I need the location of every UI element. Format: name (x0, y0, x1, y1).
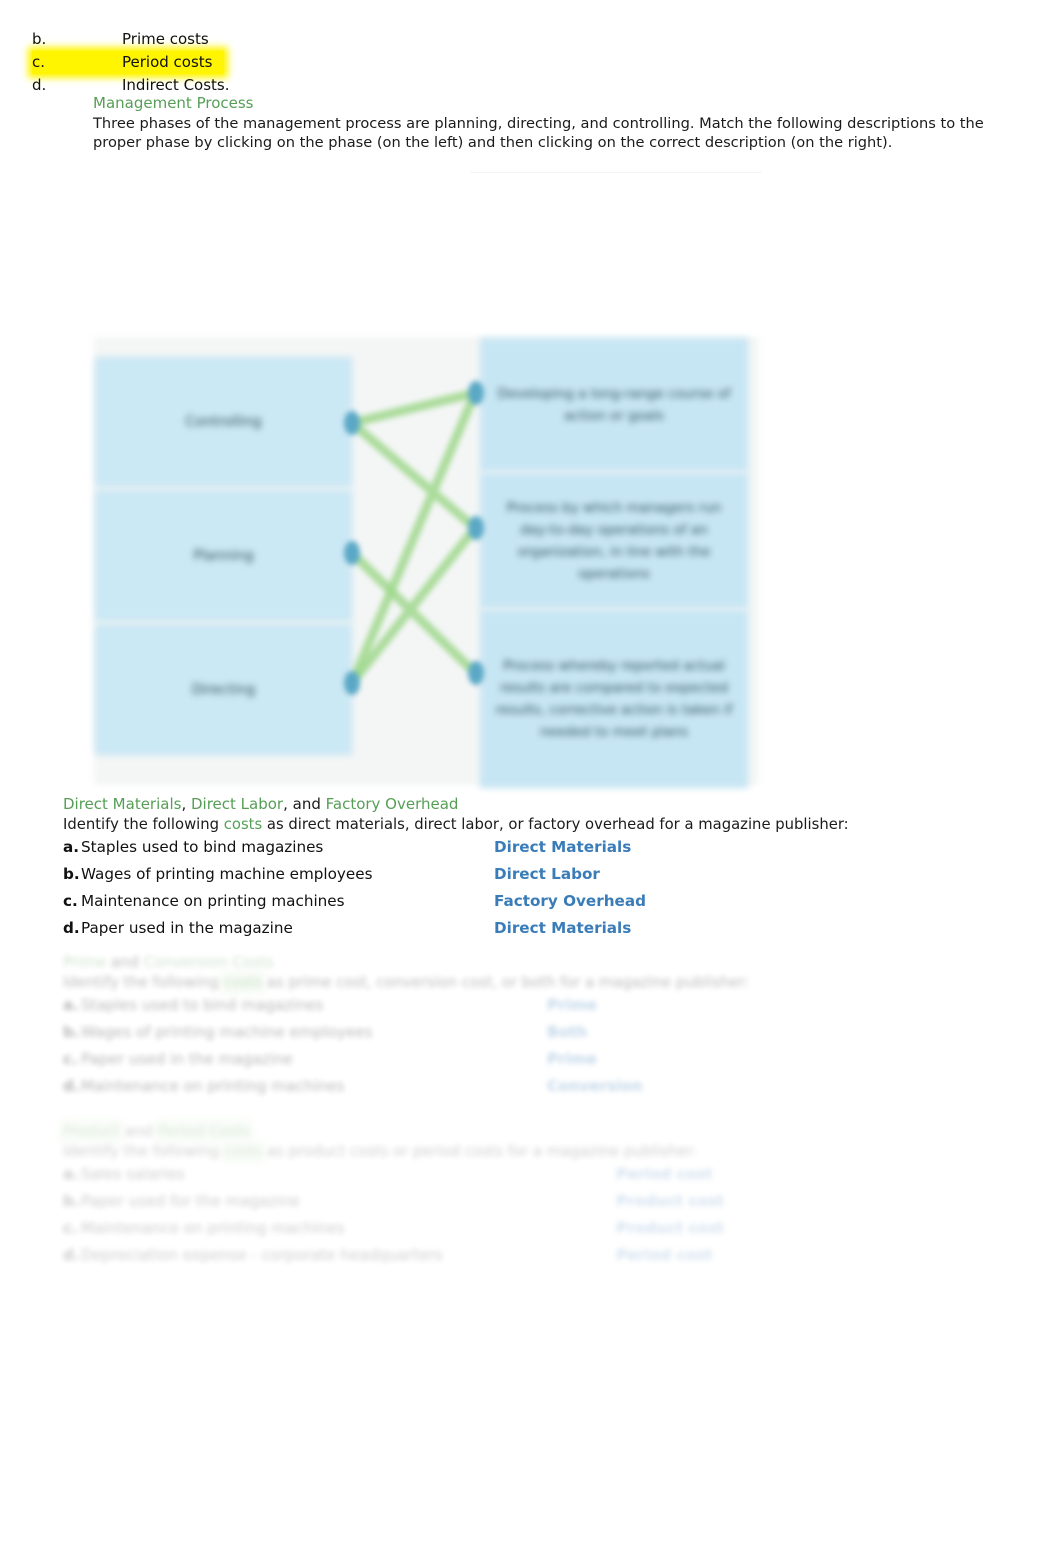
q-letter: d. (63, 1077, 80, 1095)
q-answer: Factory Overhead (494, 892, 646, 910)
heading-conversion-costs: Conversion Costs (143, 953, 274, 971)
mc-letter-c: c. (32, 53, 46, 71)
question-row: a. Sales salaries Period cost (63, 1161, 1013, 1188)
q-answer: Product cost (616, 1219, 725, 1237)
mc-label-b: Prime costs (122, 30, 209, 48)
q-answer: Prime (547, 1050, 597, 1068)
intro-before: Identify the following (63, 974, 224, 991)
q-text: Paper used in the magazine (81, 919, 293, 937)
management-process-block: Management Process Three phases of the m… (93, 94, 1003, 152)
heading-sep-4: and (119, 1122, 158, 1140)
q-text: Paper used in the magazine (81, 1050, 293, 1068)
q-text: Staples used to bind magazines (81, 838, 324, 856)
multiple-choice-list: b. Prime costs c. Period costs d. Indirect … (32, 28, 1012, 97)
heading-prime: Prime (63, 953, 106, 971)
connector-lines (344, 381, 484, 695)
q-letter: d. (63, 919, 80, 937)
q-text: Maintenance on printing machines (81, 1077, 345, 1095)
node-left-1[interactable] (344, 411, 360, 435)
q-answer: Prime (547, 996, 597, 1014)
question-row: c. Maintenance on printing machines Factor… (63, 888, 1013, 915)
heading-direct-materials: Direct Materials (63, 795, 182, 813)
q-answer: Period cost (616, 1246, 713, 1264)
intro-after: as direct materials, direct labor, or fa… (262, 816, 849, 833)
intro-costs-word: costs (223, 1143, 263, 1160)
q-text: Maintenance on printing machines (81, 1219, 345, 1237)
question-row: d. Maintenance on printing machines Conver… (63, 1073, 1013, 1100)
heading-sep-3: and (105, 953, 144, 971)
heading-sep-1: , (181, 795, 191, 813)
product-period-section: Product and Period Costs Identify the fo… (63, 1122, 1013, 1269)
direct-costs-section: Direct Materials, Direct Labor, and Fact… (63, 795, 1013, 942)
node-left-2[interactable] (344, 541, 360, 565)
question-list: a. Sales salaries Period cost b. Paper used… (63, 1161, 1013, 1269)
heading-direct-labor: Direct Labor (190, 795, 284, 813)
mc-label-c: Period costs (122, 53, 213, 71)
question-row: b. Wages of printing machine employees Dir… (63, 861, 1013, 888)
question-list: a. Staples used to bind magazines Prime b.… (63, 992, 1013, 1100)
q-text: Wages of printing machine employees (81, 865, 373, 883)
faint-divider (470, 172, 762, 173)
q-letter: c. (63, 1050, 78, 1068)
prime-conversion-section: Prime and Conversion Costs Identify the … (63, 953, 1013, 1100)
intro-after: as product costs or period costs for a m… (262, 1143, 698, 1160)
intro-after: as prime cost, conversion cost, or both … (262, 974, 750, 991)
question-row: a. Staples used to bind magazines Prime (63, 992, 1013, 1019)
node-right-3[interactable] (468, 661, 484, 685)
q-answer: Conversion (547, 1077, 643, 1095)
q-letter: c. (63, 892, 78, 910)
q-letter: b. (63, 1023, 80, 1041)
intro-costs-word: costs (223, 816, 263, 833)
question-row: d. Depreciation expense - corporate headq… (63, 1242, 1013, 1269)
q-text: Paper used for the magazine (81, 1192, 300, 1210)
direct-costs-intro: Identify the following costs as direct m… (63, 815, 1013, 834)
heading-period-costs: Period Costs (157, 1122, 251, 1140)
product-period-heading: Product and Period Costs (63, 1122, 1013, 1141)
intro-before: Identify the following (63, 1143, 224, 1160)
prime-conversion-heading: Prime and Conversion Costs (63, 953, 1013, 972)
q-answer: Direct Materials (494, 838, 632, 856)
mc-option-c: c. Period costs (32, 51, 224, 74)
question-row: a. Staples used to bind magazines Direct M… (63, 834, 1013, 861)
q-answer: Product cost (616, 1192, 725, 1210)
node-right-1[interactable] (468, 381, 484, 405)
product-period-intro: Identify the following costs as product … (63, 1142, 1013, 1161)
question-row: c. Maintenance on printing machines Produc… (63, 1215, 1013, 1242)
heading-product: Product (63, 1122, 120, 1140)
q-answer: Direct Labor (494, 865, 600, 883)
question-row: c. Paper used in the magazine Prime (63, 1046, 1013, 1073)
q-answer: Period cost (616, 1165, 713, 1183)
management-process-paragraph: Three phases of the management process a… (93, 115, 984, 152)
q-letter: c. (63, 1219, 78, 1237)
q-letter: b. (63, 1192, 80, 1210)
q-answer: Both (547, 1023, 588, 1041)
q-letter: a. (63, 838, 80, 856)
q-letter: a. (63, 1165, 80, 1183)
question-row: b. Wages of printing machine employees Bot… (63, 1019, 1013, 1046)
direct-costs-heading: Direct Materials, Direct Labor, and Fact… (63, 795, 1013, 814)
q-text: Staples used to bind magazines (81, 996, 324, 1014)
question-list: a. Staples used to bind magazines Direct M… (63, 834, 1013, 942)
prime-conversion-intro: Identify the following costs as prime co… (63, 973, 1013, 992)
q-letter: a. (63, 996, 80, 1014)
node-left-3[interactable] (344, 671, 360, 695)
management-process-heading: Management Process (93, 94, 254, 112)
intro-costs-word: costs (223, 974, 263, 991)
question-row: d. Paper used in the magazine Direct Mater… (63, 915, 1013, 942)
intro-before: Identify the following (63, 816, 224, 833)
question-row: b. Paper used for the magazine Product cos… (63, 1188, 1013, 1215)
matching-diagram[interactable]: Controlling Planning Directing Developin… (81, 325, 771, 788)
q-letter: b. (63, 865, 80, 883)
node-right-2[interactable] (468, 516, 484, 540)
q-letter: d. (63, 1246, 80, 1264)
mc-option-b: b. Prime costs (32, 28, 1012, 51)
heading-factory-overhead: Factory Overhead (325, 795, 459, 813)
q-answer: Direct Materials (494, 919, 632, 937)
heading-sep-2: , and (283, 795, 326, 813)
q-text: Maintenance on printing machines (81, 892, 345, 910)
q-text: Sales salaries (81, 1165, 185, 1183)
q-text: Depreciation expense - corporate headqua… (81, 1246, 443, 1264)
mc-letter-b: b. (32, 30, 47, 48)
q-text: Wages of printing machine employees (81, 1023, 373, 1041)
